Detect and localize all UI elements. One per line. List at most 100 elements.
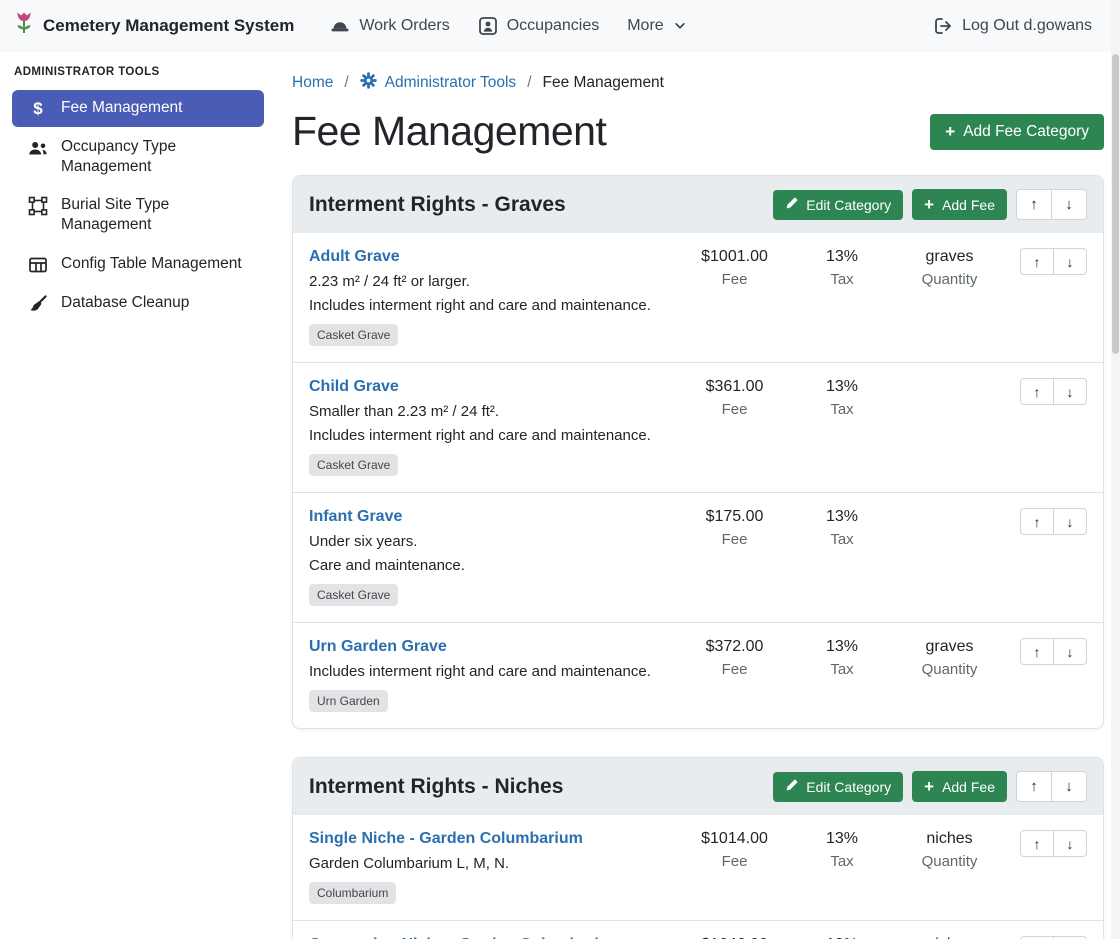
breadcrumb-admin-tools-link[interactable]: Administrator Tools <box>360 72 517 94</box>
fee-tax-col: 13% Tax <box>792 830 892 870</box>
nav-more[interactable]: More <box>613 9 700 43</box>
fee-quantity: niches <box>892 830 1007 848</box>
arrow-down-icon: ↓ <box>1067 514 1074 530</box>
fee-description: Includes interment right and care and ma… <box>309 427 677 444</box>
edit-category-label: Edit Category <box>806 779 891 795</box>
fee-category-card-niches: Interment Rights - Niches Edit Category … <box>292 757 1104 939</box>
category-move-up-button[interactable]: ↑ <box>1016 771 1052 802</box>
fee-row: Urn Garden Grave Includes interment righ… <box>293 622 1103 728</box>
scrollbar-thumb[interactable] <box>1112 54 1119 354</box>
arrow-down-icon: ↓ <box>1067 384 1074 400</box>
logout-link[interactable]: Log Out d.gowans <box>919 8 1106 44</box>
fee-move-up-button[interactable]: ↑ <box>1020 378 1054 405</box>
fee-amount-col: $175.00 Fee <box>677 508 792 548</box>
category-move-down-button[interactable]: ↓ <box>1051 771 1087 802</box>
logout-icon <box>933 16 953 36</box>
fee-move-up-button[interactable]: ↑ <box>1020 248 1054 275</box>
nav-work-orders[interactable]: Work Orders <box>316 8 463 44</box>
fee-description: 2.23 m² / 24 ft² or larger. <box>309 273 677 290</box>
fee-move-up-button[interactable]: ↑ <box>1020 508 1054 535</box>
fee-amount-col: $372.00 Fee <box>677 638 792 678</box>
arrow-up-icon: ↑ <box>1034 384 1041 400</box>
add-fee-button[interactable]: + Add Fee <box>912 189 1007 220</box>
fee-tax-label: Tax <box>792 271 892 288</box>
fee-type-badge: Casket Grave <box>309 454 398 476</box>
fee-amount-label: Fee <box>677 853 792 870</box>
fee-tax-label: Tax <box>792 853 892 870</box>
main-nav: Work Orders Occupancies More <box>316 8 700 44</box>
fee-move-down-button[interactable]: ↓ <box>1053 638 1087 665</box>
fee-tax-col: 13% Tax <box>792 248 892 288</box>
fee-name-link[interactable]: Single Niche - Garden Columbarium <box>309 830 583 848</box>
fee-move-down-button[interactable]: ↓ <box>1053 830 1087 857</box>
edit-category-button[interactable]: Edit Category <box>773 772 903 802</box>
fee-info: Urn Garden Grave Includes interment righ… <box>309 638 677 712</box>
tulip-logo-icon <box>14 11 34 41</box>
fee-quantity-col: graves Quantity <box>892 638 1007 678</box>
arrow-down-icon: ↓ <box>1067 644 1074 660</box>
category-move-up-button[interactable]: ↑ <box>1016 189 1052 220</box>
fee-amount: $1001.00 <box>677 248 792 266</box>
fee-tax: 13% <box>792 830 892 848</box>
sidebar-item-fee-management[interactable]: $ Fee Management <box>12 90 264 127</box>
breadcrumb-home-link[interactable]: Home <box>292 74 333 92</box>
main-content: Home / <box>276 52 1120 939</box>
sidebar-item-label: Database Cleanup <box>61 293 189 313</box>
fee-description: Includes interment right and care and ma… <box>309 663 677 680</box>
fee-move-down-button[interactable]: ↓ <box>1053 248 1087 275</box>
arrow-up-icon: ↑ <box>1030 778 1038 795</box>
nav-occupancies[interactable]: Occupancies <box>464 8 614 44</box>
fee-move-up-button[interactable]: ↑ <box>1020 638 1054 665</box>
fee-category-card-graves: Interment Rights - Graves Edit Category … <box>292 175 1104 729</box>
fee-move-up-button[interactable]: ↑ <box>1020 830 1054 857</box>
add-fee-category-button[interactable]: + Add Fee Category <box>930 114 1104 150</box>
fee-type-badge: Casket Grave <box>309 324 398 346</box>
breadcrumb: Home / <box>292 72 1104 94</box>
pencil-icon <box>785 197 798 213</box>
fee-type-badge: Urn Garden <box>309 690 388 712</box>
fee-name-link[interactable]: Urn Garden Grave <box>309 638 447 656</box>
page-scrollbar[interactable] <box>1111 0 1120 939</box>
sidebar-item-occupancy-type[interactable]: Occupancy Type Management <box>12 129 264 185</box>
sidebar-item-config-table[interactable]: Config Table Management <box>12 246 264 283</box>
edit-category-label: Edit Category <box>806 197 891 213</box>
fee-row: Infant Grave Under six years. Care and m… <box>293 492 1103 622</box>
fee-info: Child Grave Smaller than 2.23 m² / 24 ft… <box>309 378 677 476</box>
fee-description: Under six years. <box>309 533 677 550</box>
fee-tax: 13% <box>792 508 892 526</box>
fee-tax-label: Tax <box>792 661 892 678</box>
app-title: Cemetery Management System <box>43 16 294 36</box>
fee-quantity-col: niches Quantity <box>892 830 1007 870</box>
fee-row: Companion Niche - Garden Columbarium Gar… <box>293 920 1103 939</box>
fee-amount: $175.00 <box>677 508 792 526</box>
arrow-up-icon: ↑ <box>1034 254 1041 270</box>
fee-amount-col: $361.00 Fee <box>677 378 792 418</box>
add-fee-button[interactable]: + Add Fee <box>912 771 1007 802</box>
fee-tax-col: 13% Tax <box>792 638 892 678</box>
fee-quantity: graves <box>892 248 1007 266</box>
fee-move-down-button[interactable]: ↓ <box>1053 378 1087 405</box>
fee-info: Infant Grave Under six years. Care and m… <box>309 508 677 606</box>
arrow-up-icon: ↑ <box>1030 196 1038 213</box>
fee-move-down-button[interactable]: ↓ <box>1053 508 1087 535</box>
fee-name-link[interactable]: Infant Grave <box>309 508 402 526</box>
category-move-down-button[interactable]: ↓ <box>1051 189 1087 220</box>
fee-reorder-group: ↑ ↓ <box>1020 378 1087 405</box>
breadcrumb-separator: / <box>527 74 531 92</box>
fee-amount-label: Fee <box>677 271 792 288</box>
sidebar-heading: ADMINISTRATOR TOOLS <box>0 66 276 78</box>
sidebar-item-database-cleanup[interactable]: Database Cleanup <box>12 285 264 322</box>
edit-category-button[interactable]: Edit Category <box>773 190 903 220</box>
fee-reorder-group: ↑ ↓ <box>1020 248 1087 275</box>
app-brand[interactable]: Cemetery Management System <box>14 11 294 41</box>
fee-name-link[interactable]: Child Grave <box>309 378 399 396</box>
breadcrumb-separator: / <box>344 74 348 92</box>
fee-name-link[interactable]: Adult Grave <box>309 248 400 266</box>
fee-reorder-group: ↑ ↓ <box>1020 638 1087 665</box>
sidebar-item-burial-site-type[interactable]: Burial Site Type Management <box>12 187 264 243</box>
nav-more-label: More <box>627 17 663 35</box>
broom-icon <box>28 294 48 314</box>
fee-tax: 13% <box>792 378 892 396</box>
dollar-icon: $ <box>28 99 48 119</box>
fee-quantity-col: graves Quantity <box>892 248 1007 288</box>
